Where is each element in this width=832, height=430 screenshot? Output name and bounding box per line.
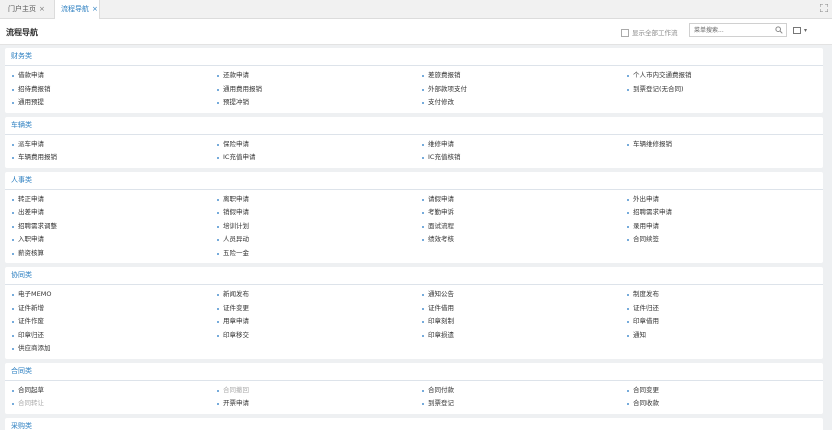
process-link[interactable]: 印章移交 [210,329,415,343]
process-link[interactable]: 录用申请 [620,220,823,234]
process-link[interactable]: 合同撤回 [210,384,415,398]
process-link[interactable]: 合同续签 [620,233,823,247]
process-nav-content: 财务类借款申请 还款申请 差旅费报销 个人市内交通费报销招待费报销 通用费用报销 外部款项… [5,48,823,430]
section-title: 车辆类 [5,117,823,135]
show-all-toggle[interactable]: 显示全部工作流 [621,27,678,37]
process-link[interactable]: 印章刻制 [415,315,620,329]
search-input[interactable] [690,24,776,36]
process-link[interactable]: 考勤申诉 [415,206,620,220]
process-link[interactable]: 证件借用 [415,302,620,316]
process-link[interactable]: IC充值核销 [415,151,620,165]
page-title: 流程导航 [6,28,38,37]
process-link[interactable]: 绩效考核 [415,233,620,247]
expand-icon[interactable] [819,3,829,13]
show-all-label: 显示全部工作流 [632,29,678,37]
process-link[interactable]: 证件作废 [5,315,210,329]
process-section: 合同类合同起草 合同撤回 合同付款 合同变更合同转让 开票申请 到票登记 合同收款 [5,362,823,414]
process-link[interactable]: 支付修改 [415,96,620,110]
process-link[interactable]: 借款申请 [5,69,210,83]
process-link[interactable]: 合同变更 [620,384,823,398]
process-link[interactable]: 电子MEMO [5,288,210,302]
process-link[interactable]: 开票申请 [210,397,415,411]
window-icon[interactable] [793,26,801,34]
section-title: 人事类 [5,172,823,190]
section-items: 借款申请 还款申请 差旅费报销 个人市内交通费报销招待费报销 通用费用报销 外部款项支付到… [5,66,823,113]
process-section: 财务类借款申请 还款申请 差旅费报销 个人市内交通费报销招待费报销 通用费用报销 外部款项… [5,48,823,113]
process-link[interactable]: 到票登记 [415,397,620,411]
process-link[interactable]: 培训计划 [210,220,415,234]
process-link[interactable]: 合同付款 [415,384,620,398]
process-link[interactable]: 证件归还 [620,302,823,316]
process-link[interactable]: 入职申请 [5,233,210,247]
process-link[interactable]: 印章借用 [620,315,823,329]
section-items: 转正申请 离职申请 请假申请 外出申请出差申请 销假申请 考勤申诉 招聘需求申请招聘需求调整… [5,190,823,264]
process-link[interactable]: 薪资核算 [5,247,210,261]
close-icon[interactable]: × [92,5,98,13]
process-link[interactable]: 证件变更 [210,302,415,316]
process-link[interactable]: 印章归还 [5,329,210,343]
process-link[interactable]: 通知公告 [415,288,620,302]
tab-bar: 门户主页 × 流程导航 × [0,0,832,19]
section-items: 合同起草 合同撤回 合同付款 合同变更合同转让 开票申请 到票登记 合同收款 [5,381,823,414]
process-section: 人事类转正申请 离职申请 请假申请 外出申请出差申请 销假申请 考勤申诉 招聘需求申请招聘需… [5,171,823,264]
process-link[interactable]: 外部款项支付 [415,83,620,97]
search-box[interactable] [689,23,787,37]
process-link[interactable]: 离职申请 [210,193,415,207]
process-link[interactable]: 外出申请 [620,193,823,207]
process-link[interactable]: 用章申请 [210,315,415,329]
process-section: 采购类 [5,417,823,430]
section-items: 电子MEMO 新闻发布 通知公告 制度发布证件新增 证件变更 证件借用 证件归还证件作废 用章… [5,285,823,359]
process-link[interactable]: 新闻发布 [210,288,415,302]
tab-label: 门户主页 [8,5,36,13]
process-link[interactable]: 合同转让 [5,397,210,411]
chevron-down-icon[interactable]: ▾ [804,27,807,34]
section-title: 协同类 [5,267,823,285]
process-link[interactable]: 个人市内交通费报销 [620,69,823,83]
process-link[interactable]: 出差申请 [5,206,210,220]
process-section: 车辆类派车申请 保险申请 维修申请 车辆维修报销车辆费用报销 IC充值申请 IC充值核销 [5,116,823,168]
process-link[interactable]: 通知 [620,329,823,343]
process-link[interactable]: 印章损遗 [415,329,620,343]
process-link[interactable]: 面试流程 [415,220,620,234]
section-title: 合同类 [5,363,823,381]
process-link[interactable]: 人员异动 [210,233,415,247]
process-link[interactable]: 维修申请 [415,138,620,152]
checkbox[interactable] [621,29,629,37]
process-link[interactable]: 五险一金 [210,247,415,261]
process-link[interactable]: 车辆维修报销 [620,138,823,152]
process-link[interactable]: 预提冲销 [210,96,415,110]
process-link[interactable]: 合同收款 [620,397,823,411]
section-title: 财务类 [5,48,823,66]
close-icon[interactable]: × [39,5,45,13]
process-link[interactable]: 差旅费报销 [415,69,620,83]
process-link[interactable]: 请假申请 [415,193,620,207]
process-link[interactable]: 通用预提 [5,96,210,110]
process-link[interactable]: 招聘需求调整 [5,220,210,234]
process-link[interactable]: 制度发布 [620,288,823,302]
process-link[interactable]: IC充值申请 [210,151,415,165]
section-items: 派车申请 保险申请 维修申请 车辆维修报销车辆费用报销 IC充值申请 IC充值核销 [5,135,823,168]
tab-label: 流程导航 [61,5,89,13]
process-link[interactable]: 转正申请 [5,193,210,207]
tab-process-nav[interactable]: 流程导航 × [54,0,100,19]
process-link[interactable]: 还款申请 [210,69,415,83]
process-link[interactable]: 合同起草 [5,384,210,398]
page-header: 流程导航 显示全部工作流 ▾ [0,19,832,45]
tab-portal-home[interactable]: 门户主页 × [2,0,52,18]
search-icon[interactable] [775,26,783,36]
process-link[interactable]: 保险申请 [210,138,415,152]
process-link[interactable]: 证件新增 [5,302,210,316]
process-link[interactable]: 到票登记(无合同) [620,83,823,97]
view-menu[interactable]: ▾ [793,26,807,34]
process-link[interactable]: 通用费用报销 [210,83,415,97]
section-title: 采购类 [5,418,823,430]
process-link[interactable]: 招聘需求申请 [620,206,823,220]
process-section: 协同类电子MEMO 新闻发布 通知公告 制度发布证件新增 证件变更 证件借用 证件归还证件作… [5,267,823,359]
process-link[interactable]: 供应商添加 [5,342,210,356]
process-link[interactable]: 车辆费用报销 [5,151,210,165]
process-link[interactable]: 招待费报销 [5,83,210,97]
process-link[interactable]: 销假申请 [210,206,415,220]
process-link[interactable]: 派车申请 [5,138,210,152]
